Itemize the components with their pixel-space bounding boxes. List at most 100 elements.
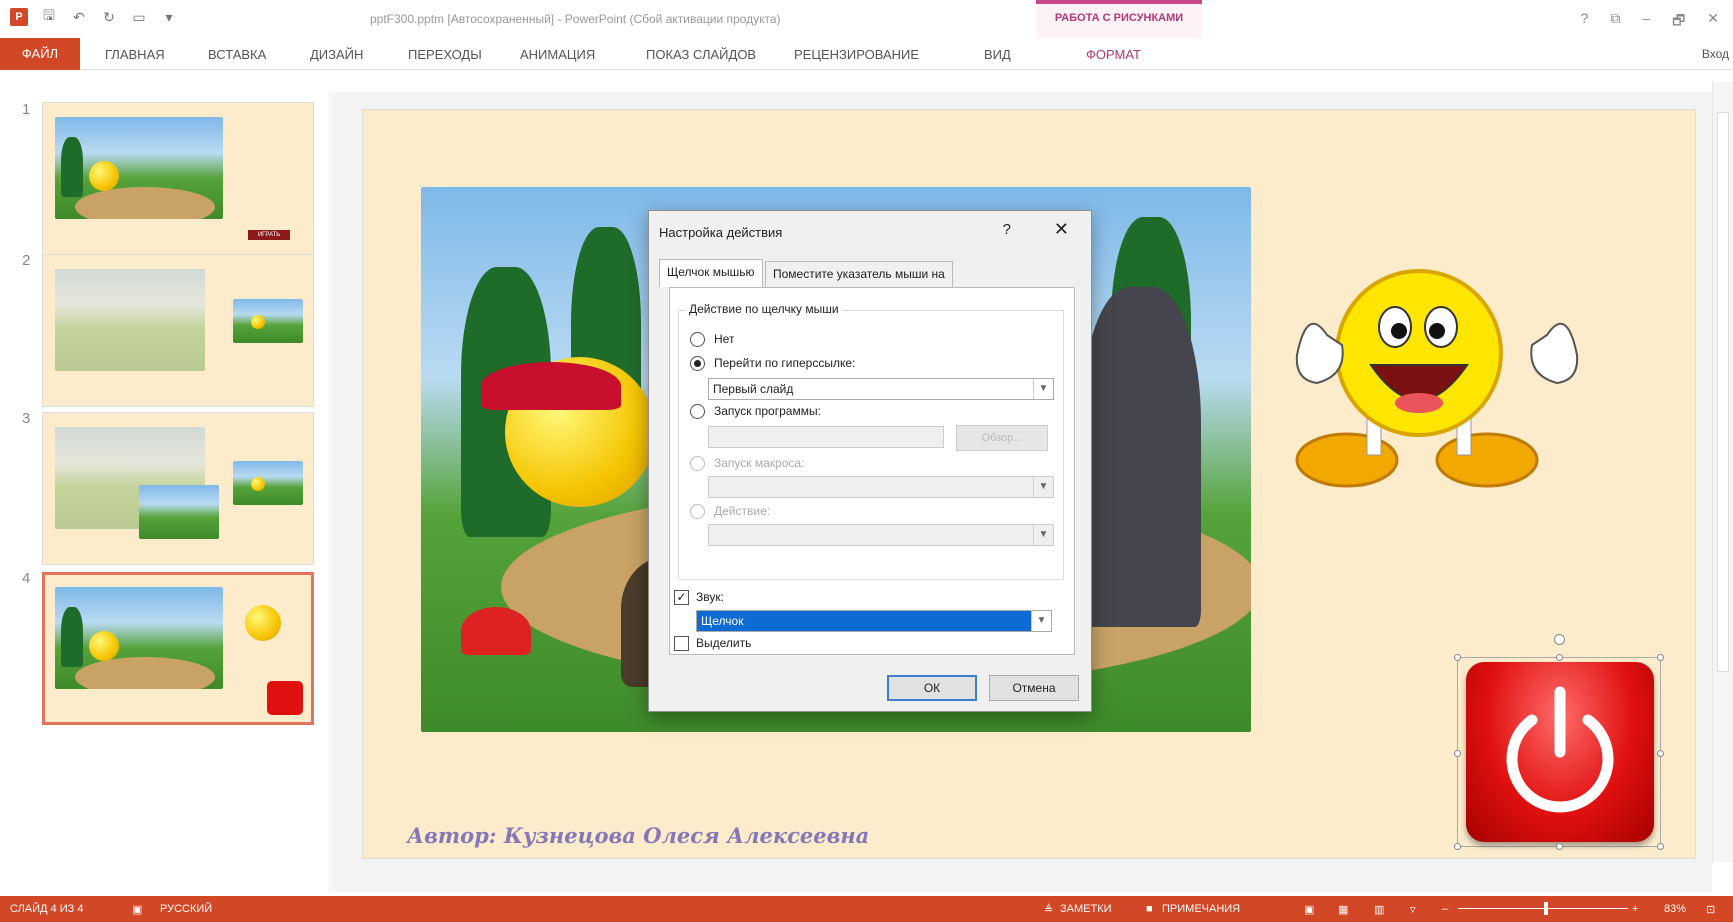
save-icon[interactable]: 🖫 [40, 7, 58, 26]
resize-handle[interactable] [1556, 843, 1563, 850]
dialog-help-icon[interactable]: ? [1003, 221, 1011, 238]
comments-icon[interactable]: ■ [1146, 903, 1153, 915]
smiley-thumbs-up-image[interactable] [1287, 265, 1587, 515]
tab-format[interactable]: ФОРМАТ [1086, 47, 1141, 62]
program-path-input[interactable] [708, 426, 944, 448]
customize-qat-icon[interactable]: ▾ [160, 8, 178, 26]
thumb-play-button: ИГРАТЬ [248, 230, 290, 240]
object-action-select[interactable]: ▼ [708, 524, 1054, 546]
resize-handle[interactable] [1454, 654, 1461, 661]
dialog-title: Настройка действия [659, 225, 783, 240]
zoom-out-icon[interactable]: – [1442, 903, 1448, 915]
cancel-button[interactable]: Отмена [989, 675, 1079, 701]
browse-button[interactable]: Обзор... [956, 425, 1048, 451]
chevron-down-icon[interactable]: ▼ [1031, 611, 1051, 631]
sign-in-link[interactable]: Вход [1702, 47, 1729, 61]
slide-thumbnail-3[interactable] [42, 412, 314, 565]
notes-button[interactable]: ЗАМЕТКИ [1060, 903, 1112, 915]
undo-icon[interactable]: ↶ [70, 8, 88, 26]
slide-thumbnail-1[interactable]: ИГРАТЬ [42, 102, 314, 255]
quick-access-toolbar: P 🖫 ↶ ↻ ▭ ▾ [10, 7, 178, 26]
restore-icon[interactable]: 🗗 [1672, 10, 1685, 34]
comments-button[interactable]: ПРИМЕЧАНИЯ [1162, 903, 1240, 915]
start-slideshow-icon[interactable]: ▭ [130, 8, 148, 26]
highlight-checkbox[interactable] [674, 636, 689, 651]
chevron-down-icon[interactable]: ▼ [1033, 525, 1053, 545]
minimize-icon[interactable]: – [1642, 10, 1650, 34]
sound-select[interactable]: Щелчок ▼ [696, 610, 1052, 632]
thumb-picture-mid [139, 485, 219, 539]
zoom-in-icon[interactable]: + [1632, 903, 1638, 915]
radio-hyperlink[interactable] [690, 356, 705, 371]
redo-icon[interactable]: ↻ [100, 8, 118, 26]
thumb-number: 1 [22, 101, 31, 118]
radio-none[interactable] [690, 332, 705, 347]
action-settings-dialog: Настройка действия ? ✕ Щелчок мышью Поме… [648, 210, 1092, 712]
ok-button[interactable]: ОК [887, 675, 977, 701]
thumb-number: 4 [22, 570, 31, 587]
tab-view[interactable]: ВИД [984, 47, 1011, 62]
spellcheck-icon[interactable]: ▣ [132, 903, 142, 916]
dialog-close-icon[interactable]: ✕ [1054, 219, 1069, 240]
reading-view-icon[interactable]: ▥ [1374, 903, 1384, 916]
resize-handle[interactable] [1454, 750, 1461, 757]
hyperlink-select[interactable]: Первый слайд ▼ [708, 378, 1054, 400]
slideshow-icon[interactable]: ▿ [1410, 903, 1416, 916]
fit-to-window-icon[interactable]: ⊡ [1706, 903, 1715, 916]
tab-home[interactable]: ГЛАВНАЯ [105, 47, 165, 62]
radio-run-macro-label[interactable]: Запуск макроса: [714, 456, 804, 470]
tab-design[interactable]: ДИЗАЙН [310, 47, 363, 62]
tab-file[interactable]: ФАЙЛ [0, 38, 80, 70]
mushroom [461, 607, 531, 655]
play-sound-checkbox[interactable]: ✓ [674, 590, 689, 605]
tab-mouse-over[interactable]: Поместите указатель мыши на [765, 261, 953, 287]
chevron-down-icon[interactable]: ▼ [1033, 379, 1053, 399]
resize-handle[interactable] [1556, 654, 1563, 661]
language-indicator[interactable]: РУССКИЙ [160, 903, 212, 915]
tab-insert[interactable]: ВСТАВКА [208, 47, 266, 62]
resize-handle[interactable] [1454, 843, 1461, 850]
click-action-legend: Действие по щелчку мыши [686, 302, 842, 316]
ribbon-display-icon[interactable]: ⧉ [1610, 10, 1620, 34]
tab-slideshow[interactable]: ПОКАЗ СЛАЙДОВ [646, 47, 756, 62]
slide-thumbnail-4-selected[interactable] [42, 572, 314, 725]
radio-object-action-label[interactable]: Действие: [714, 504, 770, 518]
close-icon[interactable]: ✕ [1707, 10, 1719, 34]
zoom-level[interactable]: 83% [1664, 903, 1686, 915]
power-button-image-selected[interactable] [1454, 634, 1664, 850]
tab-mouse-click[interactable]: Щелчок мышью [659, 259, 763, 287]
zoom-slider-thumb[interactable] [1544, 902, 1548, 915]
slide-sorter-icon[interactable]: ▦ [1338, 903, 1348, 916]
thumb-picture [55, 587, 223, 689]
macro-select[interactable]: ▼ [708, 476, 1054, 498]
highlight-label[interactable]: Выделить [696, 636, 751, 650]
rotate-handle[interactable] [1554, 634, 1565, 645]
resize-handle[interactable] [1657, 654, 1664, 661]
resize-handle[interactable] [1657, 843, 1664, 850]
thumb-picture-small [233, 299, 303, 343]
tab-animation[interactable]: АНИМАЦИЯ [520, 47, 595, 62]
radio-run-program[interactable] [690, 404, 705, 419]
chevron-down-icon[interactable]: ▼ [1033, 477, 1053, 497]
radio-run-program-label[interactable]: Запуск программы: [714, 404, 821, 418]
zoom-slider-track[interactable] [1458, 908, 1628, 909]
radio-none-label[interactable]: Нет [714, 332, 734, 346]
wolf-figure [1081, 287, 1201, 627]
radio-hyperlink-label[interactable]: Перейти по гиперссылке: [714, 356, 855, 370]
radio-object-action[interactable] [690, 504, 705, 519]
tab-transitions[interactable]: ПЕРЕХОДЫ [408, 47, 482, 62]
slide-thumbnail-2[interactable] [42, 254, 314, 407]
normal-view-icon[interactable]: ▣ [1304, 903, 1314, 916]
picture-tools-label: РАБОТА С РИСУНКАМИ [1054, 12, 1184, 24]
resize-handle[interactable] [1657, 750, 1664, 757]
play-sound-label[interactable]: Звук: [696, 590, 724, 604]
vertical-scrollbar[interactable] [1712, 82, 1733, 862]
radio-run-macro[interactable] [690, 456, 705, 471]
tab-review[interactable]: РЕЦЕНЗИРОВАНИЕ [794, 47, 919, 62]
slide-counter: СЛАЙД 4 ИЗ 4 [10, 903, 84, 915]
thumb-smiley [245, 605, 281, 641]
notes-icon[interactable]: ≜ [1044, 903, 1053, 916]
help-icon[interactable]: ? [1581, 10, 1589, 34]
scrollbar-thumb[interactable] [1717, 112, 1729, 672]
sound-select-value: Щелчок [701, 614, 744, 628]
